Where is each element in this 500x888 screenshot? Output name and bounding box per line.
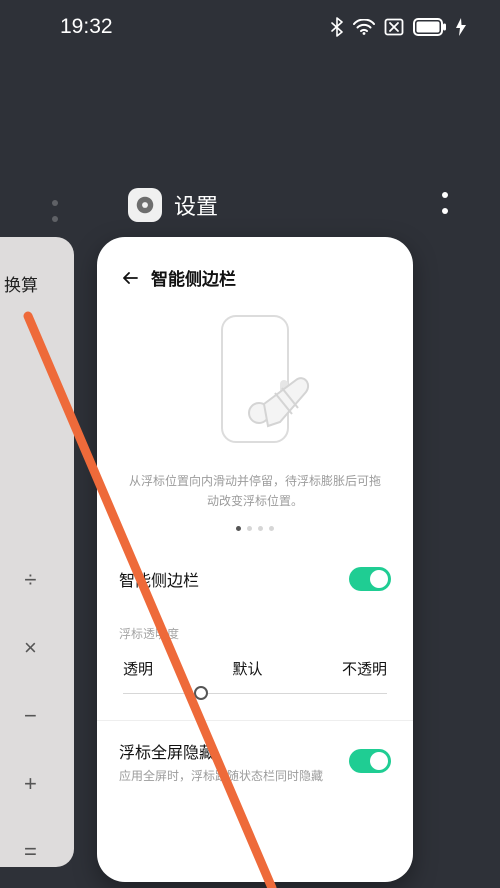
charging-icon: [456, 18, 466, 36]
fullscreen-hide-toggle[interactable]: [349, 749, 391, 773]
fullscreen-hide-row[interactable]: 浮标全屏隐藏 应用全屏时，浮标跟随状态栏同时隐藏: [97, 725, 413, 798]
opacity-option-default[interactable]: 默认: [232, 658, 262, 679]
recents-app-title: 设置: [174, 189, 218, 221]
opacity-section-label: 浮标透明度: [97, 605, 413, 646]
pager-dots[interactable]: [97, 526, 413, 531]
calculator-operators: ÷ × − + =: [24, 567, 37, 865]
status-bar: 19:32: [0, 0, 500, 54]
sidebar-illustration: [160, 310, 350, 465]
op-multiply: ×: [24, 635, 37, 661]
slider-thumb[interactable]: [194, 686, 208, 700]
op-equals: =: [24, 839, 37, 865]
illustration-caption: 从浮标位置向内滑动并停留，待浮标膨胀后可拖动改变浮标位置。: [97, 465, 413, 512]
page-title: 智能侧边栏: [151, 265, 236, 290]
opacity-option-transparent[interactable]: 透明: [123, 658, 153, 679]
fullscreen-hide-subtitle: 应用全屏时，浮标跟随状态栏同时隐藏: [119, 767, 349, 784]
bluetooth-icon: [330, 17, 344, 37]
status-icons: [330, 17, 466, 37]
op-minus: −: [24, 703, 37, 729]
recents-app-header[interactable]: 设置: [128, 188, 218, 222]
settings-app-icon: [128, 188, 162, 222]
opacity-slider[interactable]: [97, 679, 413, 694]
op-plus: +: [24, 771, 37, 797]
battery-icon: [413, 18, 447, 36]
opacity-option-opaque[interactable]: 不透明: [342, 658, 387, 679]
smart-sidebar-label: 智能侧边栏: [119, 567, 349, 591]
recents-prev-menu-icon[interactable]: [52, 200, 58, 222]
smart-sidebar-row[interactable]: 智能侧边栏: [97, 553, 413, 605]
recents-card-menu-icon[interactable]: [442, 192, 448, 214]
wifi-icon: [353, 19, 375, 35]
prev-app-title: 换算: [4, 271, 38, 296]
recents-card-prev[interactable]: 换算 ÷ × − + =: [0, 237, 74, 867]
op-divide: ÷: [24, 567, 36, 593]
back-button[interactable]: [119, 267, 141, 289]
fullscreen-hide-title: 浮标全屏隐藏: [119, 739, 349, 763]
opacity-options[interactable]: 透明 默认 不透明: [97, 646, 413, 679]
smart-sidebar-toggle[interactable]: [349, 567, 391, 591]
status-clock: 19:32: [60, 15, 330, 39]
recents-card-main[interactable]: 智能侧边栏 从浮标位置向内滑动并停留，待浮标膨胀后可拖动改变浮标位置。 智能侧边…: [97, 237, 413, 882]
no-sim-icon: [384, 18, 404, 36]
